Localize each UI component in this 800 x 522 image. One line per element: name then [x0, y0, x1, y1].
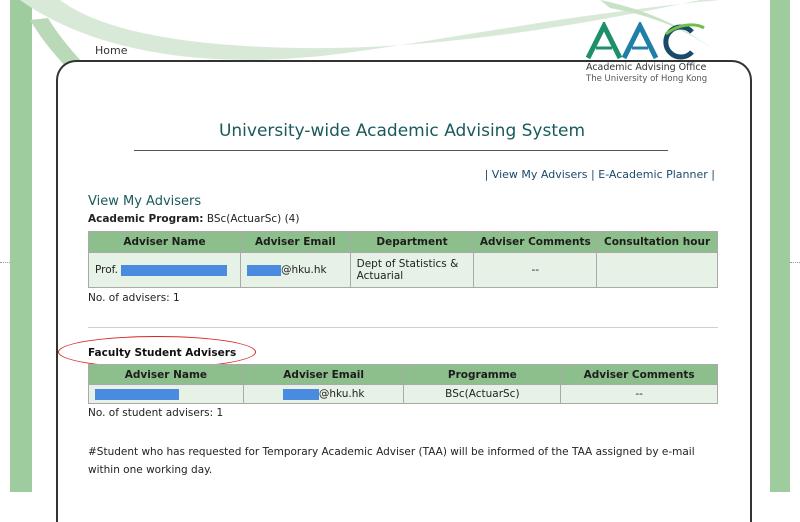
advisers-count: No. of advisers: 1	[88, 292, 180, 304]
email-suffix[interactable]: @hku.hk	[319, 388, 365, 400]
column-header: Department	[349, 231, 475, 253]
aao-logo: Academic Advising Office The University …	[586, 22, 716, 84]
section-title: View My Advisers	[88, 194, 202, 209]
column-header: Adviser Email	[242, 364, 405, 385]
adviser-name-cell: Prof.	[88, 252, 241, 288]
program-value: BSc(ActuarSc) (4)	[206, 213, 300, 225]
comments-cell: --	[560, 384, 718, 404]
column-header: Adviser Comments	[473, 231, 598, 253]
column-header: Adviser Email	[239, 231, 351, 253]
email-suffix[interactable]: @hku.hk	[281, 264, 327, 276]
title-underline	[134, 150, 668, 151]
column-header: Programme	[403, 364, 562, 385]
academic-program: Academic Program: BSc(ActuarSc) (4)	[88, 213, 299, 225]
aao-logo-mark-icon	[586, 22, 705, 60]
advisers-table: Adviser Name Adviser Email Department Ad…	[88, 231, 718, 288]
link-separator: |	[711, 168, 715, 181]
program-label: Academic Program:	[88, 213, 204, 225]
redacted-email	[282, 388, 319, 400]
adviser-name-cell	[88, 384, 244, 404]
column-header: Consultation hour	[596, 231, 718, 253]
adviser-email-cell: @hku.hk	[239, 252, 351, 288]
column-header: Adviser Name	[88, 364, 244, 385]
adviser-email-cell: @hku.hk	[242, 384, 405, 404]
logo-line2: The University of Hong Kong	[586, 74, 708, 84]
faculty-advisers-table: Adviser Name Adviser Email Programme Adv…	[88, 364, 718, 404]
link-separator: |	[484, 168, 489, 181]
redacted-name	[95, 388, 179, 400]
table-header-row: Adviser Name Adviser Email Programme Adv…	[88, 364, 718, 385]
top-links: | View My Advisers | E-Academic Planner …	[400, 168, 715, 181]
e-academic-planner-link[interactable]: E-Academic Planner	[598, 168, 708, 181]
consultation-hour-cell	[596, 252, 718, 288]
page-title: University-wide Academic Advising System	[218, 121, 586, 141]
table-row: Prof. @hku.hk Dept of Statistics & Actua…	[88, 252, 718, 288]
comments-cell: --	[473, 252, 598, 288]
faculty-advisers-heading: Faculty Student Advisers	[88, 347, 237, 359]
redacted-name	[121, 264, 228, 276]
name-prefix: Prof.	[95, 264, 118, 276]
link-separator: |	[591, 168, 595, 181]
view-my-advisers-link[interactable]: View My Advisers	[492, 168, 588, 181]
column-header: Adviser Comments	[560, 364, 718, 385]
student-advisers-count: No. of student advisers: 1	[88, 407, 224, 419]
table-header-row: Adviser Name Adviser Email Department Ad…	[88, 231, 718, 253]
home-link[interactable]: Home	[95, 44, 127, 57]
left-dotted-guide	[0, 262, 10, 263]
programme-cell: BSc(ActuarSc)	[403, 384, 562, 404]
section-divider	[88, 327, 718, 328]
taa-note: #Student who has requested for Temporary…	[88, 446, 695, 476]
redacted-email	[246, 264, 281, 276]
table-row: @hku.hk BSc(ActuarSc) --	[88, 384, 718, 404]
department-cell: Dept of Statistics & Actuarial	[349, 252, 475, 288]
column-header: Adviser Name	[88, 231, 241, 253]
logo-line1: Academic Advising Office	[586, 62, 707, 73]
right-dotted-guide	[790, 262, 800, 263]
